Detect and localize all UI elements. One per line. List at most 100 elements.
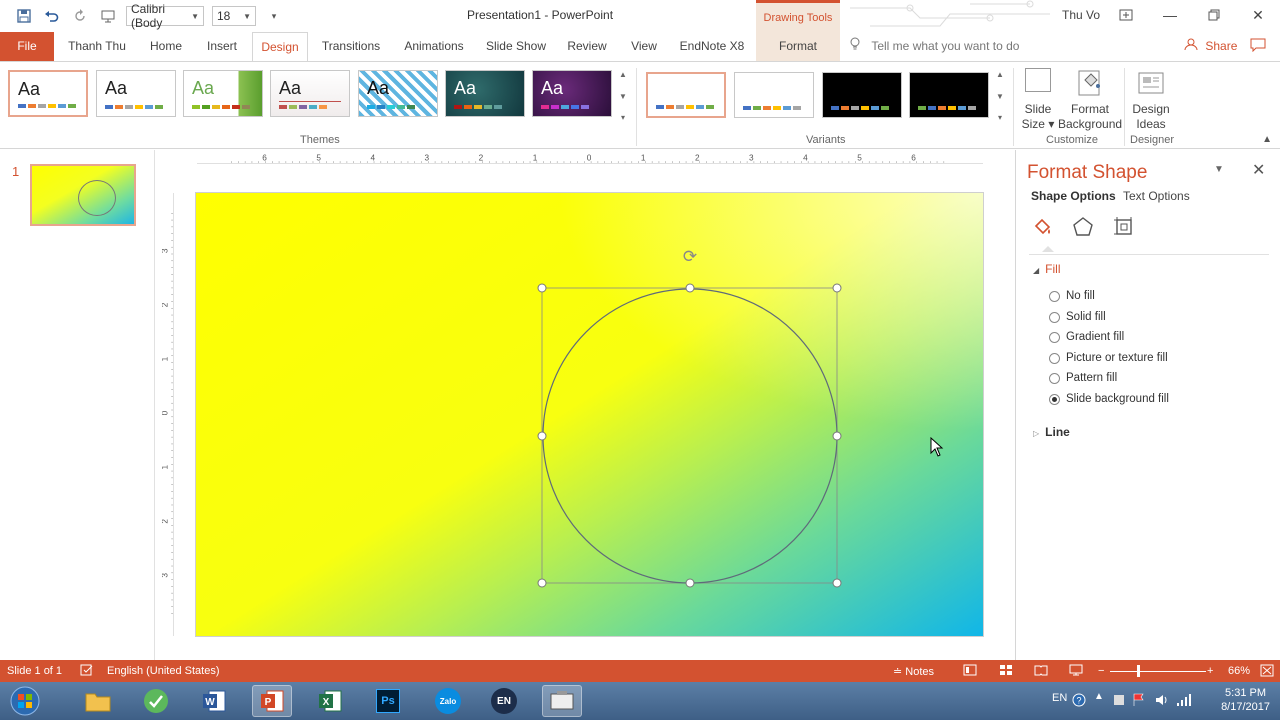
tab-slide-show[interactable]: Slide Show [482,32,550,61]
fill-option-pattern-fill[interactable]: Pattern fill [1049,372,1117,384]
resize-handle[interactable] [685,578,695,588]
input-language[interactable]: EN [1052,692,1067,704]
theme-office[interactable]: Aa [8,70,88,117]
tab-design[interactable]: Design [252,32,308,61]
format-background-button[interactable]: Format Background [1058,68,1122,132]
rotate-handle-icon[interactable]: ⟳ [680,247,700,267]
resize-handle[interactable] [832,431,842,441]
photoshop-icon[interactable]: Ps [368,685,408,717]
tab-endnote[interactable]: EndNote X8 [674,32,750,61]
tell-me-box[interactable]: Tell me what you want to do [850,32,1019,61]
excel-icon[interactable]: X [310,685,350,717]
variant-4[interactable] [909,72,989,118]
chevron-down-icon[interactable]: ▼ [996,92,1004,101]
pane-options-chevron-icon[interactable]: ▼ [1214,164,1224,175]
powerpoint-icon[interactable]: P [252,685,292,717]
collapse-ribbon-icon[interactable]: ▲ [1262,134,1272,145]
restore-icon[interactable] [1192,0,1236,30]
share-button[interactable]: Share [1184,32,1237,61]
slide-size-button[interactable]: Slide Size ▾ [1020,68,1056,132]
radio-gradient-fill[interactable] [1049,331,1060,343]
endnote-icon[interactable]: EN [484,685,524,717]
action-center-flag-icon[interactable] [1132,693,1146,710]
tab-insert[interactable]: Insert [199,32,245,61]
resize-handle[interactable] [685,283,695,293]
tab-view[interactable]: View [624,32,664,61]
more-icon[interactable]: ▾ [998,113,1002,122]
resize-handle[interactable] [832,578,842,588]
reading-view-icon[interactable] [1034,664,1048,679]
tab-animations[interactable]: Animations [397,32,471,61]
variant-2[interactable] [734,72,814,118]
zoom-slider-thumb[interactable] [1137,665,1140,677]
resize-handle[interactable] [537,431,547,441]
design-ideas-button[interactable]: Design Ideas [1128,68,1174,132]
zoom-in-icon[interactable]: + [1207,665,1213,677]
theme-office-2[interactable]: Aa [96,70,176,117]
zoom-out-icon[interactable]: − [1098,665,1104,677]
fill-option-gradient-fill[interactable]: Gradient fill [1049,331,1124,343]
zoom-level[interactable]: 66% [1228,665,1250,677]
word-icon[interactable]: W [194,685,234,717]
variant-3[interactable] [822,72,902,118]
selected-circle-shape[interactable] [535,282,845,590]
theme-ion[interactable]: Aa [445,70,525,117]
theme-ion-purple[interactable]: Aa [532,70,612,117]
effects-icon[interactable] [1072,216,1094,238]
theme-integral[interactable]: Aa [270,70,350,117]
comments-icon[interactable] [1250,38,1266,55]
notes-button[interactable]: ≐ Notes [893,665,934,678]
tab-home[interactable]: Home [140,32,192,61]
radio-solid-fill[interactable] [1049,311,1060,323]
start-button-icon[interactable] [5,685,45,717]
resize-handle[interactable] [537,283,547,293]
chevron-up-icon[interactable]: ▲ [619,70,627,79]
resize-handle[interactable] [832,283,842,293]
resize-handle[interactable] [537,578,547,588]
zalo-icon[interactable]: Zalo [428,685,468,717]
fill-section-header[interactable]: ◢ Fill [1033,262,1060,276]
slide-sorter-icon[interactable] [999,664,1013,679]
show-hidden-icons[interactable]: ▲ [1094,691,1104,702]
fill-option-picture-texture[interactable]: Picture or texture fill [1049,352,1168,364]
tab-thanh-thu[interactable]: Thanh Thu [62,32,132,61]
ribbon-display-options-icon[interactable] [1104,0,1148,30]
spelling-icon[interactable] [80,664,94,680]
chevron-up-icon[interactable]: ▲ [996,70,1004,79]
close-pane-icon[interactable]: ✕ [1252,160,1265,180]
tab-text-options[interactable]: Text Options [1123,189,1190,203]
theme-facet[interactable]: Aa [183,70,263,117]
tray-app-icon[interactable] [1112,693,1126,710]
minimize-icon[interactable]: — [1148,0,1192,30]
slide-show-icon[interactable] [1069,664,1083,679]
file-explorer-icon[interactable] [78,685,118,717]
volume-icon[interactable] [1154,693,1170,710]
fill-line-icon[interactable] [1031,216,1053,238]
theme-ion-boardroom[interactable]: Aa [358,70,438,117]
fill-option-slide-background[interactable]: Slide background fill [1049,393,1169,405]
app-green-icon[interactable] [136,685,176,717]
tab-format[interactable]: Format [756,32,840,61]
signed-in-user[interactable]: Thu Vo [1062,8,1100,22]
tab-transitions[interactable]: Transitions [316,32,386,61]
size-properties-icon[interactable] [1113,216,1135,238]
line-section-header[interactable]: ▷ Line [1033,425,1070,439]
fill-option-no-fill[interactable]: No fill [1049,290,1095,302]
variant-1[interactable] [646,72,726,118]
system-clock[interactable]: 5:31 PM 8/17/2017 [1221,686,1270,714]
fill-option-solid-fill[interactable]: Solid fill [1049,311,1106,323]
language-indicator[interactable]: English (United States) [107,665,220,677]
tab-shape-options[interactable]: Shape Options [1031,189,1116,203]
more-icon[interactable]: ▾ [621,113,625,122]
normal-view-icon[interactable] [963,664,977,679]
fit-slide-icon[interactable] [1260,664,1274,680]
tab-review[interactable]: Review [563,32,611,61]
tab-file[interactable]: File [0,32,54,61]
screen-recorder-icon[interactable] [542,685,582,717]
network-icon[interactable] [1176,693,1192,710]
help-icon[interactable]: ? [1072,693,1086,710]
chevron-down-icon[interactable]: ▼ [619,92,627,101]
radio-no-fill[interactable] [1049,290,1060,302]
themes-gallery-scroll[interactable]: ▲ ▼ ▾ [617,70,629,122]
zoom-slider-track[interactable] [1110,671,1206,672]
